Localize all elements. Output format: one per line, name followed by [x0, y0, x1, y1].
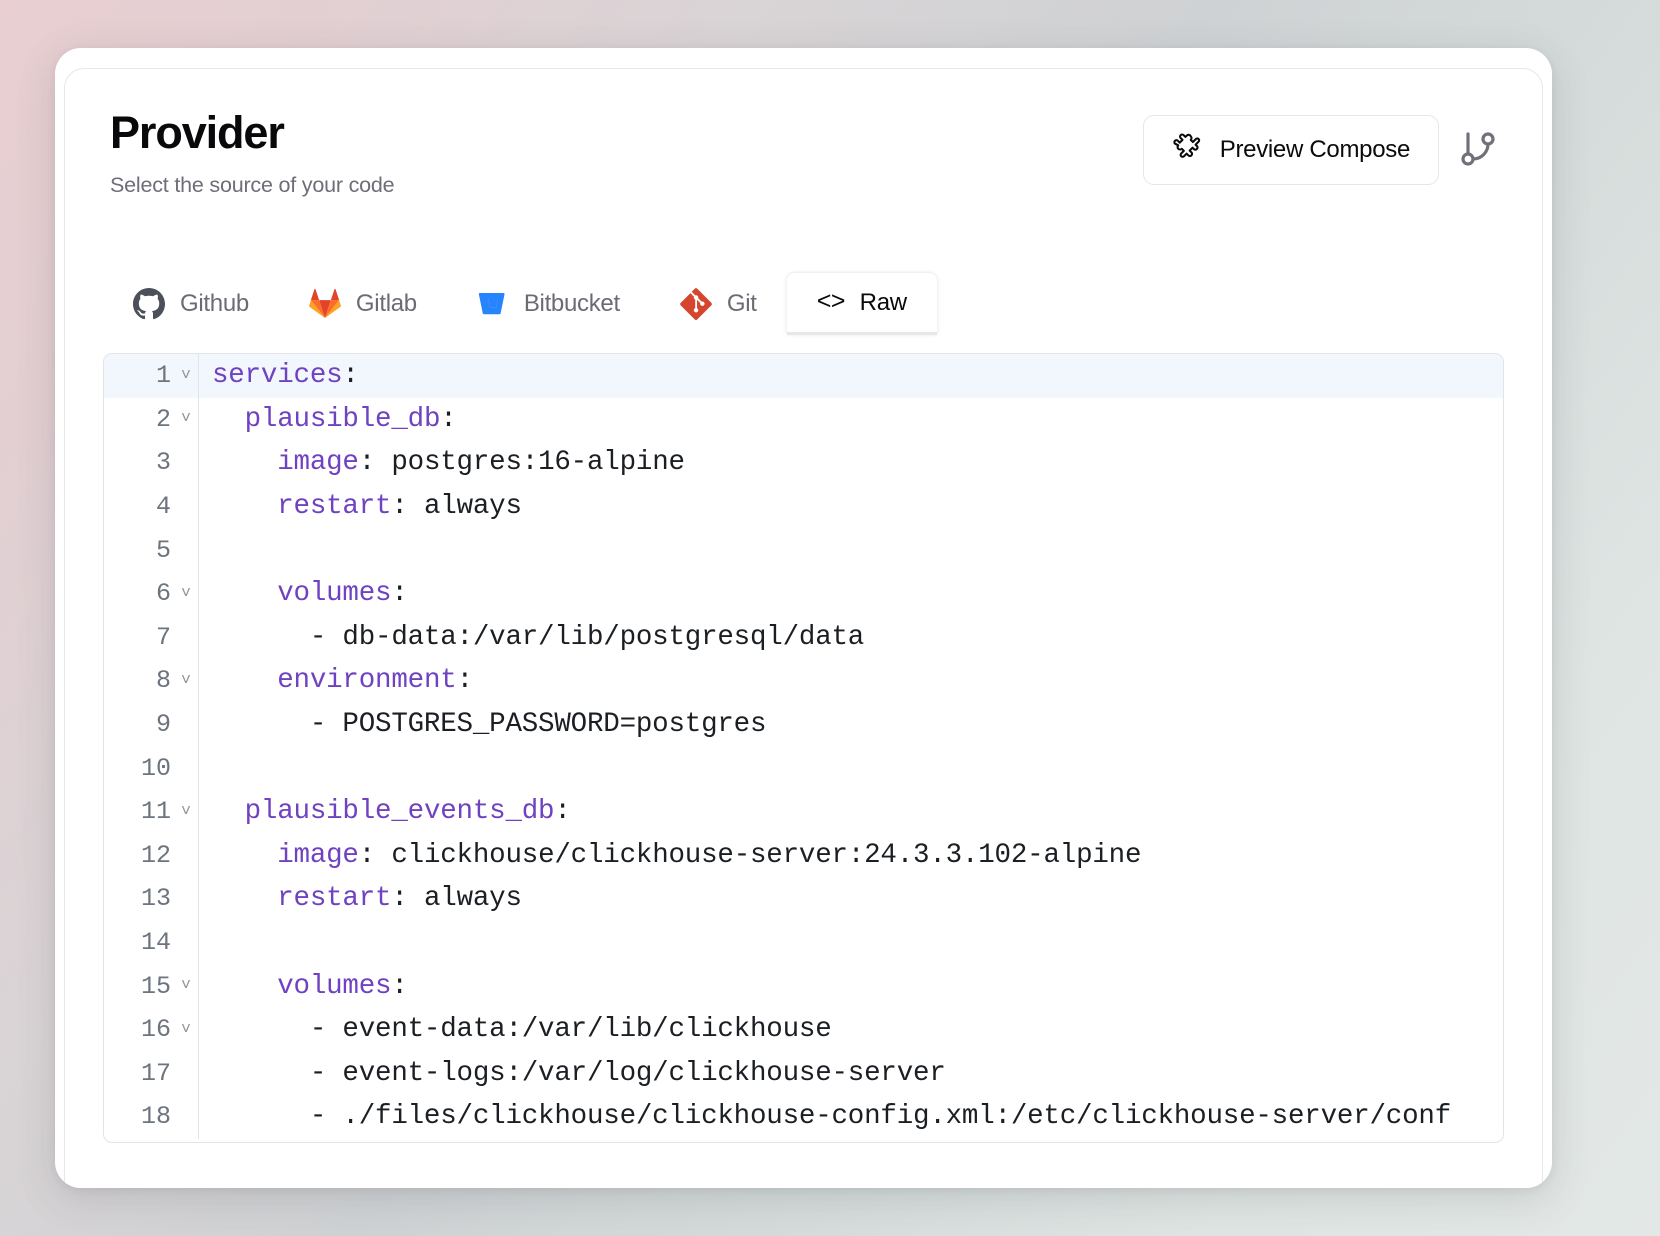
line-number: 8 [155, 666, 171, 696]
git-icon [680, 288, 712, 320]
code-text: plausible_db: [244, 403, 457, 435]
line-number: 15 [140, 971, 171, 1001]
tab-bitbucket[interactable]: Bitbucket [447, 273, 650, 335]
line-number: 17 [140, 1058, 171, 1088]
code-text: plausible_events_db: [244, 796, 571, 828]
line-number: 4 [155, 492, 171, 522]
code-editor[interactable]: 1 ˅ services:2 ˅ plausible_db:3 image: post… [103, 353, 1504, 1143]
code-text: restart: always [277, 491, 522, 523]
line-number: 5 [155, 535, 171, 565]
code-line[interactable]: 6 ˅ volumes: [104, 571, 1503, 616]
app-shell: Provider Select the source of your code … [55, 48, 1552, 1188]
code-text: - ./files/clickhouse/clickhouse-config.x… [212, 1101, 1452, 1133]
code-line[interactable]: 5 [104, 528, 1503, 572]
code-text: image: postgres:16-alpine [277, 447, 685, 479]
preview-compose-label: Preview Compose [1219, 136, 1411, 163]
fold-slot-empty [174, 833, 199, 878]
code-line[interactable]: 12 image: clickhouse/clickhouse-server:2… [104, 833, 1503, 878]
card-header: Provider Select the source of your code … [65, 69, 1542, 259]
code-line[interactable]: 9 - POSTGRES_PASSWORD=postgres [104, 702, 1503, 747]
tab-git-label: Git [726, 290, 757, 317]
line-number: 2 [155, 404, 171, 434]
code-text: - event-data:/var/lib/clickhouse [212, 1014, 832, 1046]
code-line[interactable]: 15 ˅ volumes: [104, 964, 1503, 1008]
code-text: - db-data:/var/lib/postgresql/data [212, 621, 865, 653]
code-line[interactable]: 18 - ./files/clickhouse/clickhouse-confi… [104, 1095, 1503, 1139]
code-line[interactable]: 11 ˅ plausible_events_db: [104, 789, 1503, 834]
code-line[interactable]: 3 image: postgres:16-alpine [104, 441, 1503, 485]
code-text: image: clickhouse/clickhouse-server:24.3… [277, 839, 1142, 871]
code-line[interactable]: 1 ˅ services: [104, 354, 1503, 398]
fold-chevron-icon[interactable]: ˅ [174, 354, 199, 398]
code-line[interactable]: 2 ˅ plausible_db: [104, 397, 1503, 442]
code-brackets-icon: <> [816, 288, 846, 317]
gitlab-icon [308, 288, 341, 320]
fold-chevron-icon[interactable]: ˅ [174, 571, 199, 616]
line-number: 11 [140, 797, 171, 827]
fold-slot-empty [174, 920, 199, 965]
line-number: 6 [155, 579, 171, 609]
line-number: 7 [155, 622, 171, 652]
line-number: 1 [155, 361, 171, 391]
code-line[interactable]: 14 [104, 920, 1503, 965]
code-text: volumes: [277, 578, 408, 610]
code-line[interactable]: 10 [104, 746, 1503, 790]
fold-slot-empty [174, 528, 199, 572]
line-number: 13 [140, 884, 171, 914]
line-number: 14 [140, 928, 171, 958]
tab-gitlab-label: Gitlab [355, 290, 417, 317]
bitbucket-icon [477, 288, 509, 320]
fold-chevron-icon[interactable]: ˅ [174, 397, 199, 442]
code-line[interactable]: 4 restart: always [104, 484, 1503, 529]
fold-slot-empty [174, 1051, 199, 1096]
code-text: - event-logs:/var/log/clickhouse-server [212, 1057, 946, 1089]
line-number: 9 [155, 710, 171, 740]
header-actions: Preview Compose [1142, 115, 1500, 185]
code-text: restart: always [277, 883, 522, 915]
code-text: - POSTGRES_PASSWORD=postgres [212, 709, 767, 741]
line-number: 12 [140, 840, 171, 870]
code-line[interactable]: 7 - db-data:/var/lib/postgresql/data [104, 615, 1503, 660]
fold-chevron-icon[interactable]: ˅ [174, 659, 199, 703]
fold-chevron-icon[interactable]: ˅ [174, 964, 199, 1008]
fold-slot-empty [174, 615, 199, 660]
tab-github-label: Github [180, 290, 249, 317]
git-branch-icon-button[interactable] [1456, 128, 1500, 172]
tab-gitlab[interactable]: Gitlab [279, 273, 447, 335]
preview-compose-button[interactable]: Preview Compose [1142, 115, 1439, 185]
fold-slot-empty [174, 484, 199, 529]
code-text: environment: [277, 665, 473, 697]
line-number: 16 [140, 1015, 171, 1045]
tab-git[interactable]: Git [650, 273, 787, 335]
code-text: services: [212, 360, 359, 392]
puzzle-piece-icon [1172, 132, 1201, 168]
git-branch-icon [1458, 129, 1498, 172]
github-icon [133, 288, 165, 320]
code-text: volumes: [277, 970, 408, 1002]
fold-slot-empty [174, 702, 199, 747]
fold-chevron-icon[interactable]: ˅ [174, 789, 199, 834]
tab-bitbucket-label: Bitbucket [523, 290, 620, 317]
code-line[interactable]: 13 restart: always [104, 877, 1503, 921]
line-number: 10 [140, 753, 171, 783]
tab-raw-label: Raw [859, 288, 907, 316]
fold-slot-empty [174, 1095, 199, 1139]
fold-slot-empty [174, 877, 199, 921]
code-line[interactable]: 8 ˅ environment: [104, 659, 1503, 703]
code-line[interactable]: 16 ˅ - event-data:/var/lib/clickhouse [104, 1007, 1503, 1052]
fold-slot-empty [174, 746, 199, 790]
line-number: 18 [140, 1102, 171, 1132]
code-line[interactable]: 17 - event-logs:/var/log/clickhouse-serv… [104, 1051, 1503, 1096]
fold-slot-empty [174, 441, 199, 485]
line-number: 3 [155, 448, 171, 478]
provider-card: Provider Select the source of your code … [64, 68, 1543, 1188]
fold-chevron-icon[interactable]: ˅ [174, 1007, 199, 1052]
tab-raw[interactable]: <> Raw [786, 273, 937, 335]
tab-github[interactable]: Github [103, 273, 279, 335]
provider-tabs: Github Gitlab Bitbucket Git <> Raw [65, 271, 1542, 335]
